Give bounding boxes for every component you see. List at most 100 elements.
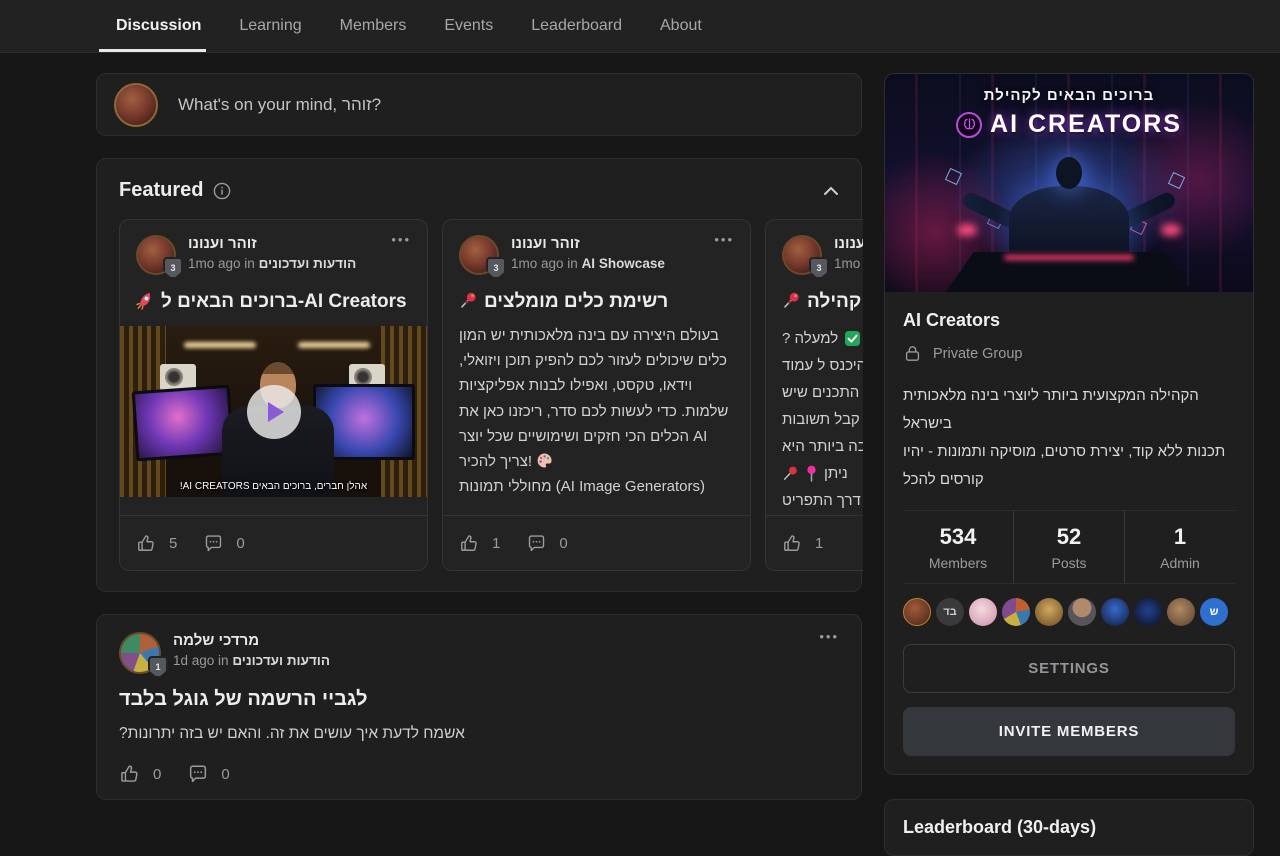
member-avatar[interactable] <box>1002 598 1030 626</box>
more-options-icon[interactable]: ••• <box>391 235 411 275</box>
featured-post-card[interactable]: 3 זוהר וענונו 1mo קהילה ? למעלה היכנס ל … <box>765 219 863 571</box>
tab-events[interactable]: Events <box>425 0 512 52</box>
light-bar <box>184 342 256 348</box>
featured-heading: Featured <box>119 179 203 202</box>
pushpin-icon <box>782 465 799 482</box>
tab-label: About <box>660 17 702 35</box>
member-avatar[interactable] <box>1167 598 1195 626</box>
comment-button[interactable] <box>187 763 209 785</box>
comment-button[interactable] <box>526 533 547 554</box>
group-name: AI Creators <box>903 310 1235 331</box>
stat-admins[interactable]: 1 Admin <box>1124 511 1235 583</box>
stat-label: Posts <box>1014 555 1124 571</box>
post-body: בעולם היצירה עם בינה מלאכותית יש המון כל… <box>443 313 750 499</box>
round-pin-icon <box>805 465 818 482</box>
lock-icon <box>903 344 922 363</box>
like-count: 1 <box>815 535 823 552</box>
palette-icon <box>536 452 553 469</box>
info-icon[interactable] <box>213 182 231 200</box>
group-banner-image[interactable]: ברוכים הבאים לקהילת AI CREATORS <box>885 74 1253 292</box>
post-category[interactable]: AI Showcase <box>582 256 665 271</box>
settings-button[interactable]: SETTINGS <box>903 644 1235 693</box>
play-button[interactable] <box>247 385 301 439</box>
tab-label: Learning <box>239 17 301 35</box>
like-count: 5 <box>169 535 177 552</box>
post-timestamp: 1mo ago in <box>188 256 255 271</box>
group-info-card: ברוכים הבאים לקהילת AI CREATORS AI Creat… <box>884 73 1254 775</box>
post-title[interactable]: רשימת כלים מומלצים <box>443 291 750 313</box>
tab-discussion[interactable]: Discussion <box>97 0 220 52</box>
tab-label: Events <box>444 17 493 35</box>
comment-count: 0 <box>221 766 229 783</box>
post-timestamp: 1mo <box>834 256 860 271</box>
author-name[interactable]: זוהר וענונו <box>834 235 863 252</box>
stat-label: Members <box>903 555 1013 571</box>
featured-carousel[interactable]: 3 זוהר וענונו 1mo ago in הודעות ועדכונים… <box>119 219 863 571</box>
monitor-screen <box>132 385 235 462</box>
post-body: אשמח לדעת איך עושים את זה. והאם יש בזה י… <box>119 725 839 743</box>
invite-members-button[interactable]: INVITE MEMBERS <box>903 707 1235 756</box>
member-avatar[interactable] <box>969 598 997 626</box>
composer-prompt: What's on your mind, זוהר? <box>178 95 381 115</box>
tab-learning[interactable]: Learning <box>220 0 320 52</box>
post-category[interactable]: הודעות ועדכונים <box>259 256 357 271</box>
privacy-label: Private Group <box>933 346 1022 362</box>
leaderboard-heading: Leaderboard (30-days) <box>903 817 1235 838</box>
collapse-chevron-up-icon[interactable] <box>823 186 839 196</box>
post-title[interactable]: לגביי הרשמה של גוגל בלבד <box>119 688 839 711</box>
stat-label: Admin <box>1125 555 1235 571</box>
video-thumbnail[interactable]: אהלן חברים, ברוכים הבאים AI CREATORS! <box>120 326 427 497</box>
banner-figure <box>1009 186 1129 258</box>
post-composer[interactable]: What's on your mind, זוהר? <box>96 73 862 136</box>
more-options-icon[interactable]: ••• <box>819 632 839 674</box>
stat-value: 534 <box>903 524 1013 550</box>
more-options-icon[interactable]: ••• <box>714 235 734 275</box>
member-avatar[interactable] <box>1035 598 1063 626</box>
post-title[interactable]: ברוכים הבאים ל-AI Creators <box>120 291 427 313</box>
comment-button[interactable] <box>203 533 224 554</box>
glowing-hand <box>957 224 977 236</box>
post-title[interactable]: קהילה <box>766 291 863 313</box>
stat-members[interactable]: 534 Members <box>903 511 1013 583</box>
leaderboard-card: Leaderboard (30-days) <box>884 799 1254 856</box>
banner-welcome-text: ברוכים הבאים לקהילת <box>885 87 1253 104</box>
like-button[interactable] <box>136 533 157 554</box>
comment-count: 0 <box>236 535 244 552</box>
rocket-icon <box>136 291 155 310</box>
like-button[interactable] <box>119 763 141 785</box>
member-avatar-initials[interactable]: בד <box>936 598 964 626</box>
group-stats: 534 Members 52 Posts 1 Admin <box>903 510 1235 584</box>
pushpin-icon <box>459 291 478 310</box>
current-user-avatar <box>114 83 158 127</box>
video-caption: אהלן חברים, ברוכים הבאים AI CREATORS! <box>120 481 427 492</box>
post-timestamp: 1d ago in <box>173 653 229 668</box>
like-button[interactable] <box>459 533 480 554</box>
tab-about[interactable]: About <box>641 0 721 52</box>
brain-icon <box>956 112 982 138</box>
feed-post[interactable]: 1 מרדכי שלמה 1d ago in הודעות ועדכונים •… <box>96 614 862 800</box>
member-avatar[interactable] <box>1101 598 1129 626</box>
post-body: ? למעלה היכנס ל עמוד התכנים שיש קבל תשוב… <box>766 313 863 514</box>
author-name[interactable]: מרדכי שלמה <box>173 632 330 649</box>
member-avatar[interactable] <box>1068 598 1096 626</box>
light-bar <box>298 342 370 348</box>
featured-post-card[interactable]: 3 זוהר וענונו 1mo ago in הודעות ועדכונים… <box>119 219 428 571</box>
tab-members[interactable]: Members <box>321 0 426 52</box>
member-avatar[interactable] <box>903 598 931 626</box>
tab-label: Discussion <box>116 17 201 35</box>
tab-leaderboard[interactable]: Leaderboard <box>512 0 641 52</box>
featured-post-card[interactable]: 3 זוהר וענונו 1mo ago in AI Showcase •••… <box>442 219 751 571</box>
author-name[interactable]: זוהר וענונו <box>188 235 356 252</box>
like-button[interactable] <box>782 533 803 554</box>
like-count: 0 <box>153 766 161 783</box>
like-count: 1 <box>492 535 500 552</box>
post-category[interactable]: הודעות ועדכונים <box>232 653 330 668</box>
community-tab-bar: Discussion Learning Members Events Leade… <box>0 0 1280 53</box>
level-badge: 1 <box>148 656 168 678</box>
stat-posts[interactable]: 52 Posts <box>1013 511 1124 583</box>
stat-value: 1 <box>1125 524 1235 550</box>
member-avatar-initials[interactable]: ש <box>1200 598 1228 626</box>
tab-label: Members <box>340 17 407 35</box>
author-name[interactable]: זוהר וענונו <box>511 235 665 252</box>
member-avatar[interactable] <box>1134 598 1162 626</box>
